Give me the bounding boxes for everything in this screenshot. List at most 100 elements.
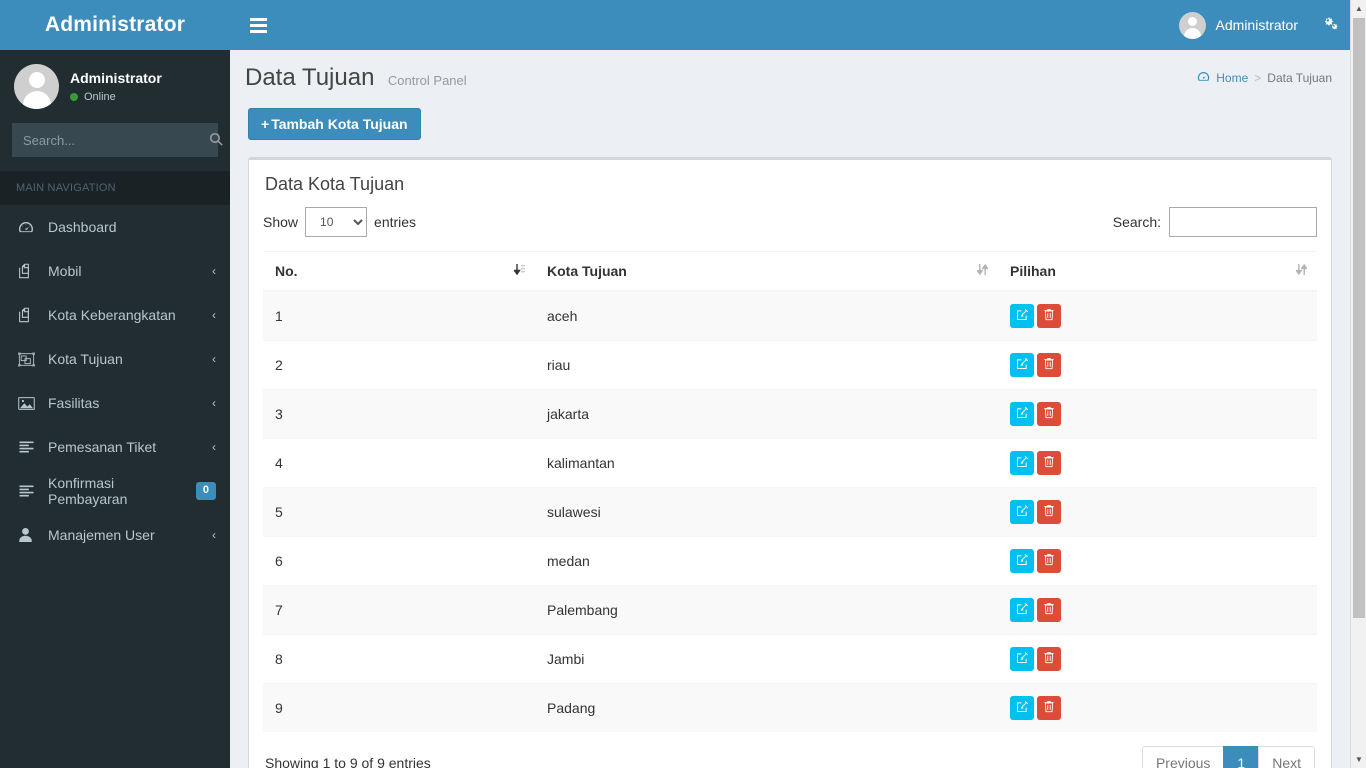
sidebar-item-mobil[interactable]: Mobil ‹ (0, 249, 230, 293)
trash-icon (1043, 700, 1055, 716)
edit-row-button[interactable] (1010, 304, 1034, 328)
sidebar-item-manajemen-user[interactable]: Manajemen User ‹ (0, 513, 230, 557)
edit-row-button[interactable] (1010, 696, 1034, 720)
edit-row-button[interactable] (1010, 647, 1034, 671)
table-search-input[interactable] (1169, 207, 1317, 237)
browser-scrollbar[interactable]: ▲ ▼ (1350, 0, 1366, 768)
scroll-up-icon[interactable]: ▲ (1351, 0, 1366, 17)
dashboard-icon (18, 219, 38, 235)
add-kota-tujuan-button[interactable]: + Tambah Kota Tujuan (248, 108, 421, 140)
datatable-search: Search: (1113, 207, 1317, 237)
sidebar-item-label: Mobil (48, 263, 82, 279)
table-row: 8 Jambi (263, 634, 1317, 684)
column-header-pilihan[interactable]: Pilihan (998, 251, 1317, 292)
cell-kota-tujuan: medan (535, 536, 998, 586)
user-icon (18, 527, 38, 543)
edit-row-button[interactable] (1010, 402, 1034, 426)
table-head: No. Kota Tujuan Pilihan (263, 251, 1317, 292)
chevron-left-icon: ‹ (212, 352, 216, 366)
chevron-left-icon: ‹ (212, 264, 216, 278)
search-button[interactable] (209, 124, 223, 156)
cell-actions (998, 340, 1317, 390)
trash-icon (1043, 553, 1055, 569)
entries-info: Showing 1 to 9 of 9 entries (265, 755, 431, 768)
brand-logo[interactable]: Administrator (0, 0, 230, 50)
sidebar-item-label: Manajemen User (48, 527, 155, 543)
pagination: Previous 1 Next (1141, 746, 1315, 768)
table-body: 1 aceh 2 riau 3 jakarta 4 kalimantan 5 sulawesi 6 m… (263, 290, 1317, 732)
delete-row-button[interactable] (1037, 549, 1061, 573)
breadcrumb-home[interactable]: Home (1197, 70, 1248, 86)
sidebar-item-konfirmasi-pembayaran[interactable]: Konfirmasi Pembayaran 0 (0, 469, 230, 513)
cell-no: 1 (263, 290, 535, 341)
column-label-pilihan: Pilihan (1010, 263, 1056, 279)
edit-row-button[interactable] (1010, 353, 1034, 377)
column-header-kota-tujuan[interactable]: Kota Tujuan (535, 251, 998, 292)
cell-kota-tujuan: riau (535, 340, 998, 390)
chevron-left-icon: ‹ (212, 396, 216, 410)
plus-icon: + (261, 116, 270, 132)
topbar-user-menu[interactable]: Administrator (1167, 0, 1310, 50)
pagination-previous[interactable]: Previous (1141, 746, 1225, 768)
cell-actions (998, 585, 1317, 635)
entries-label: entries (374, 214, 417, 230)
table-row: 4 kalimantan (263, 438, 1317, 488)
edit-icon (1016, 406, 1029, 422)
sort-desc-icon (513, 263, 525, 279)
table-row: 5 sulawesi (263, 487, 1317, 537)
edit-row-button[interactable] (1010, 500, 1034, 524)
hamburger-icon[interactable] (236, 0, 280, 50)
delete-row-button[interactable] (1037, 353, 1061, 377)
trash-icon (1043, 504, 1055, 520)
edit-icon (1016, 700, 1029, 716)
sidebar-item-fasilitas[interactable]: Fasilitas ‹ (0, 381, 230, 425)
cell-no: 6 (263, 536, 535, 586)
edit-row-button[interactable] (1010, 549, 1034, 573)
edit-row-button[interactable] (1010, 451, 1034, 475)
scroll-down-icon[interactable]: ▼ (1351, 751, 1366, 768)
table-row: 9 Padang (263, 683, 1317, 732)
sidebar-item-pemesanan-tiket[interactable]: Pemesanan Tiket ‹ (0, 425, 230, 469)
pagination-next[interactable]: Next (1258, 746, 1315, 768)
delete-row-button[interactable] (1037, 696, 1061, 720)
delete-row-button[interactable] (1037, 500, 1061, 524)
align-left-icon (18, 439, 38, 455)
delete-row-button[interactable] (1037, 402, 1061, 426)
sidebar-item-kota-tujuan[interactable]: Kota Tujuan ‹ (0, 337, 230, 381)
search-input[interactable] (13, 132, 209, 148)
table-row: 1 aceh (263, 290, 1317, 341)
show-label: Show (263, 214, 299, 230)
object-group-icon (18, 351, 38, 368)
trash-icon (1043, 455, 1055, 471)
delete-row-button[interactable] (1037, 451, 1061, 475)
panel-header: Data Kota Tujuan (249, 160, 1331, 205)
cell-kota-tujuan: Padang (535, 683, 998, 732)
cell-no: 9 (263, 683, 535, 732)
search-icon (209, 132, 223, 149)
topbar-right: Administrator (1167, 0, 1350, 50)
edit-row-button[interactable] (1010, 598, 1034, 622)
sort-both-icon (976, 263, 989, 279)
hamburger-bar (249, 17, 267, 21)
image-icon (18, 395, 38, 412)
sidebar-user-status-label: Online (84, 91, 116, 104)
trash-icon (1043, 308, 1055, 324)
cell-actions (998, 438, 1317, 488)
sidebar-item-dashboard[interactable]: Dashboard (0, 205, 230, 249)
files-icon (18, 307, 38, 323)
scrollbar-thumb[interactable] (1353, 18, 1365, 618)
sidebar-nav-list: Dashboard Mobil ‹ Kota Keberangkatan ‹ Kota T… (0, 205, 230, 557)
sidebar-item-kota-keberangkatan[interactable]: Kota Keberangkatan ‹ (0, 293, 230, 337)
sidebar-user-status: Online (70, 91, 162, 103)
settings-button[interactable] (1310, 0, 1350, 50)
delete-row-button[interactable] (1037, 598, 1061, 622)
pagination-page-1[interactable]: 1 (1223, 746, 1260, 768)
breadcrumb: Home > Data Tujuan (1197, 70, 1332, 86)
edit-icon (1016, 357, 1029, 373)
cell-kota-tujuan: aceh (535, 290, 998, 341)
delete-row-button[interactable] (1037, 647, 1061, 671)
delete-row-button[interactable] (1037, 304, 1061, 328)
cell-no: 4 (263, 438, 535, 488)
column-header-no[interactable]: No. (263, 251, 535, 292)
entries-select[interactable]: 102550100 (305, 207, 368, 237)
